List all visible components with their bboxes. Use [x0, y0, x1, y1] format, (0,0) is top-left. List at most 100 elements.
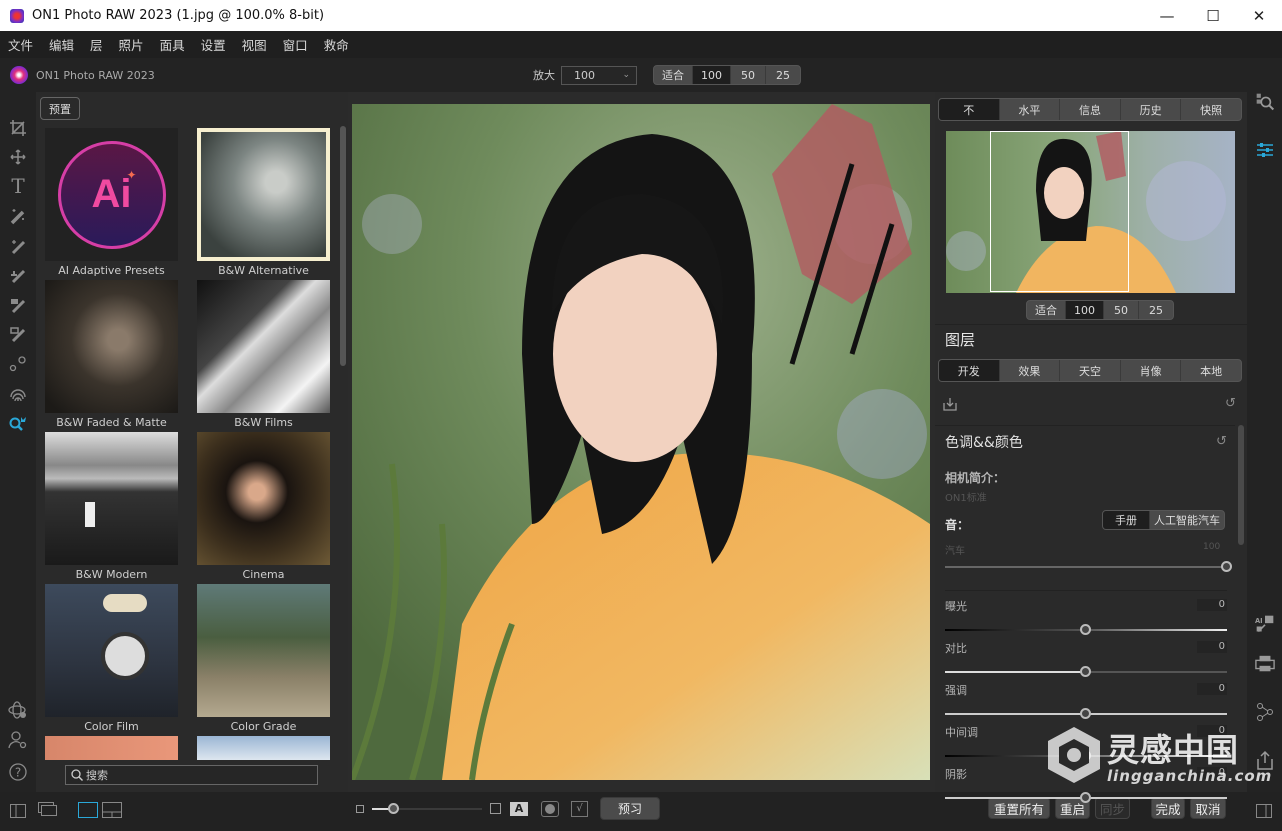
slider-knob[interactable]: [1080, 708, 1091, 719]
manual-mode-button[interactable]: 手册: [1103, 511, 1150, 529]
edit-adjustments-icon[interactable]: [1255, 140, 1275, 160]
nav-zoom-100[interactable]: 100: [1066, 301, 1104, 319]
cancel-button[interactable]: 取消: [1190, 797, 1226, 819]
menu-help[interactable]: 救命: [316, 35, 357, 54]
panel-toggle-icon[interactable]: [10, 803, 26, 822]
preset-bw-modern[interactable]: B&W Modern: [45, 432, 178, 581]
zoom-fit-button[interactable]: 适合: [654, 66, 693, 84]
photo-canvas[interactable]: [352, 104, 930, 780]
maximize-button[interactable]: ☐: [1190, 0, 1236, 31]
tab-portrait[interactable]: 肖像: [1121, 360, 1182, 381]
text-icon[interactable]: T: [8, 174, 28, 198]
preset-color-grade[interactable]: Color Grade: [197, 584, 330, 733]
preset-color-film[interactable]: Color Film: [45, 584, 178, 733]
auto-slider-knob[interactable]: [1221, 561, 1232, 572]
browse-icon[interactable]: [1255, 92, 1275, 112]
adjustments-scrollbar[interactable]: [1238, 425, 1244, 545]
overlay-toggle-icon[interactable]: [490, 803, 501, 814]
preset-item[interactable]: [197, 736, 330, 760]
right-panel-toggle-icon[interactable]: [1256, 803, 1272, 822]
nav-zoom-25[interactable]: 25: [1139, 301, 1173, 319]
menu-mask[interactable]: 面具: [152, 35, 193, 54]
help-icon[interactable]: ?: [8, 762, 28, 782]
preset-item[interactable]: [45, 736, 178, 760]
tab-levels[interactable]: 水平: [1000, 99, 1061, 120]
preset-cinema[interactable]: Cinema: [197, 432, 330, 581]
sync-button[interactable]: 同步: [1095, 797, 1130, 819]
tab-effects[interactable]: 效果: [1000, 360, 1061, 381]
menu-layer[interactable]: 层: [82, 35, 111, 54]
import-settings-icon[interactable]: [943, 396, 957, 415]
tab-navigator[interactable]: 不: [939, 99, 1000, 120]
slider-knob[interactable]: [1080, 624, 1091, 635]
preset-bw-faded-matte[interactable]: B&W Faded & Matte: [45, 280, 178, 429]
zoom-25-button[interactable]: 25: [766, 66, 800, 84]
done-button[interactable]: 完成: [1151, 797, 1185, 819]
tab-history[interactable]: 历史: [1121, 99, 1182, 120]
reset-layer-icon[interactable]: ↺: [1225, 396, 1236, 411]
slider-value-input[interactable]: 0: [1197, 599, 1227, 611]
compare-view-icon[interactable]: [102, 802, 122, 822]
preset-bw-alternative[interactable]: B&W Alternative: [197, 128, 330, 277]
magic-wand-icon[interactable]: [8, 206, 28, 226]
menu-file[interactable]: 文件: [0, 35, 41, 54]
minimize-button[interactable]: —: [1144, 0, 1190, 31]
slider-knob[interactable]: [1080, 666, 1091, 677]
crop-icon[interactable]: [8, 118, 28, 138]
print-icon[interactable]: [1255, 654, 1275, 674]
share-icon[interactable]: [1255, 702, 1275, 722]
secondary-display-icon[interactable]: [38, 802, 58, 822]
preset-thumbnail: Ai ✦: [45, 128, 178, 261]
zoom-value: 100: [574, 68, 595, 82]
move-icon[interactable]: [8, 147, 28, 167]
tab-develop[interactable]: 开发: [939, 360, 1000, 381]
brush-size-slider[interactable]: [372, 803, 482, 814]
auto-slider-track[interactable]: [945, 566, 1227, 568]
ai-search-icon[interactable]: [8, 414, 28, 434]
tab-info[interactable]: 信息: [1060, 99, 1121, 120]
reset-section-icon[interactable]: ↺: [1216, 434, 1227, 449]
nav-zoom-50[interactable]: 50: [1104, 301, 1139, 319]
retouch-brush-icon[interactable]: [8, 265, 28, 285]
preset-label: B&W Faded & Matte: [56, 416, 167, 429]
preset-ai-adaptive[interactable]: Ai ✦ AI Adaptive Presets: [45, 128, 178, 277]
zoom-select[interactable]: 100 ⌄: [561, 65, 637, 85]
camera-profile-value[interactable]: ON1标准: [945, 489, 987, 504]
fingerprint-icon[interactable]: [8, 384, 28, 404]
menu-window[interactable]: 窗口: [275, 35, 316, 54]
presets-button[interactable]: 预置: [40, 97, 80, 120]
menu-settings[interactable]: 设置: [193, 35, 234, 54]
perfect-eraser-icon[interactable]: [8, 236, 28, 256]
navigator-preview[interactable]: [946, 131, 1235, 293]
menu-photo[interactable]: 照片: [111, 35, 152, 54]
refine-brush-icon[interactable]: [8, 324, 28, 344]
tab-snapshots[interactable]: 快照: [1181, 99, 1241, 120]
tab-local[interactable]: 本地: [1181, 360, 1241, 381]
slider-value-input[interactable]: 0: [1197, 683, 1227, 695]
soft-proof-icon[interactable]: √: [571, 801, 588, 817]
preset-search-input[interactable]: 搜索: [65, 765, 318, 785]
menu-edit[interactable]: 编辑: [41, 35, 82, 54]
orbit-icon[interactable]: [8, 700, 28, 720]
reset-all-button[interactable]: 重置所有: [988, 797, 1050, 819]
zoom-50-button[interactable]: 50: [731, 66, 766, 84]
preview-button[interactable]: 预习: [600, 797, 660, 820]
slider-knob[interactable]: [1080, 792, 1091, 803]
navigator-viewport[interactable]: [990, 131, 1129, 292]
tab-sky[interactable]: 天空: [1060, 360, 1121, 381]
ai-resize-icon[interactable]: AI: [1255, 614, 1275, 634]
mask-view-icon[interactable]: [541, 801, 559, 817]
slider-value-input[interactable]: 0: [1197, 641, 1227, 653]
user-settings-icon[interactable]: [8, 730, 28, 750]
close-button[interactable]: ✕: [1236, 0, 1282, 31]
menu-view[interactable]: 视图: [234, 35, 275, 54]
single-view-icon[interactable]: [78, 802, 98, 822]
text-overlay-icon[interactable]: A: [510, 802, 528, 816]
ai-auto-mode-button[interactable]: 人工智能汽车: [1150, 511, 1224, 529]
preset-bw-films[interactable]: B&W Films: [197, 280, 330, 429]
red-eye-icon[interactable]: [8, 354, 28, 374]
masking-brush-icon[interactable]: [8, 295, 28, 315]
presets-scrollbar[interactable]: [340, 126, 346, 366]
nav-zoom-fit[interactable]: 适合: [1027, 301, 1066, 319]
zoom-100-button[interactable]: 100: [693, 66, 731, 84]
